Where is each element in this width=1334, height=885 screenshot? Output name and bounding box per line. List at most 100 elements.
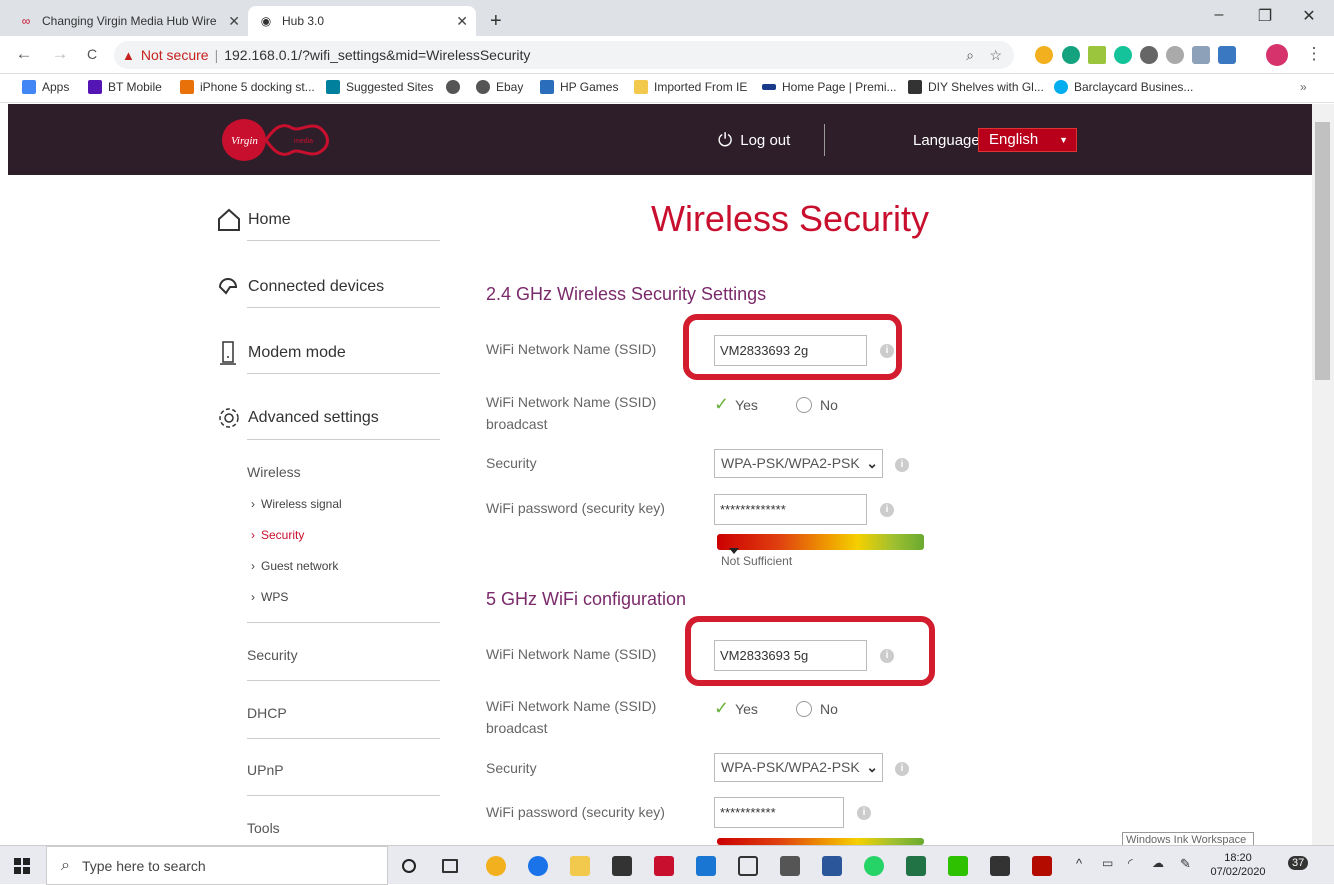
tab-hub-3[interactable]: ◉ Hub 3.0 ✕: [248, 6, 476, 36]
info-icon[interactable]: i: [880, 503, 894, 517]
ssid-24-input[interactable]: VM2833693 2g: [714, 335, 867, 366]
sidebar-item-connected-devices[interactable]: Connected devices: [216, 276, 384, 298]
security-5-select[interactable]: WPA-PSK/WPA2-PSK ⌄: [714, 753, 883, 782]
bookmark-hp-games[interactable]: HP Games: [540, 80, 618, 94]
chrome-icon[interactable]: [486, 856, 506, 876]
sidebar-item-advanced-settings[interactable]: Advanced settings: [216, 405, 379, 431]
bookmarks-overflow-button[interactable]: »: [1300, 80, 1307, 94]
password-24-input[interactable]: *************: [714, 494, 867, 525]
reload-button[interactable]: C: [82, 46, 102, 62]
bookmark-imported-ie[interactable]: Imported From IE: [634, 80, 747, 94]
close-tab-icon[interactable]: ✕: [228, 13, 240, 30]
cart-extension-icon[interactable]: [1218, 46, 1236, 64]
js-extension-icon[interactable]: [1192, 46, 1210, 64]
store-icon[interactable]: [612, 856, 632, 876]
ink-pen-icon[interactable]: ✎: [1180, 856, 1191, 872]
star-icon[interactable]: ☆: [989, 47, 1002, 64]
notification-count-badge[interactable]: 37: [1288, 856, 1309, 870]
extension-icon[interactable]: [1166, 46, 1184, 64]
logout-button[interactable]: ⏻ Log out: [718, 130, 790, 151]
info-icon[interactable]: i: [895, 458, 909, 472]
sidebar-item-wireless-signal[interactable]: › Wireless signal: [251, 497, 342, 511]
sidebar-item-security[interactable]: Security: [247, 647, 298, 663]
new-tab-button[interactable]: +: [480, 6, 510, 36]
search-extension-icon[interactable]: [1035, 46, 1053, 64]
apps-grid-icon: [22, 80, 36, 94]
clock[interactable]: 18:20 07/02/2020: [1210, 851, 1266, 879]
sidebar-item-modem-mode[interactable]: Modem mode: [216, 340, 346, 366]
whatsapp-icon[interactable]: [864, 856, 884, 876]
broadcast-no-radio[interactable]: No: [796, 397, 838, 413]
grammar-extension-icon[interactable]: [1062, 46, 1080, 64]
zoom-icon[interactable]: ⌕: [966, 47, 974, 64]
bookmark-suggested-sites[interactable]: Suggested Sites: [326, 80, 433, 94]
password-5-input[interactable]: ***********: [714, 797, 844, 828]
mail-envelope-icon[interactable]: [990, 856, 1010, 876]
restore-button[interactable]: ❐: [1250, 6, 1280, 26]
forward-button[interactable]: →: [50, 44, 70, 64]
drive-extension-icon[interactable]: [1140, 46, 1158, 64]
taskbar-search-input[interactable]: ⌕ Type here to search: [46, 846, 388, 885]
broadcast-yes-radio[interactable]: ✓ Yes: [714, 394, 758, 415]
acrobat-icon[interactable]: [1032, 856, 1052, 876]
back-button[interactable]: ←: [14, 44, 34, 64]
bookmark-globe[interactable]: [446, 80, 466, 94]
power-icon: ⏻: [718, 130, 733, 150]
menu-kebab-icon[interactable]: ⋮: [1304, 44, 1324, 64]
onedrive-icon[interactable]: ☁: [1152, 856, 1164, 870]
excel-icon[interactable]: [906, 856, 926, 876]
sidebar-item-home[interactable]: Home: [216, 208, 291, 232]
sidebar-item-dhcp[interactable]: DHCP: [247, 705, 287, 721]
wifi-icon[interactable]: ◜: [1128, 856, 1133, 870]
close-window-button[interactable]: ✕: [1294, 6, 1324, 26]
sidebar-item-guest-network[interactable]: › Guest network: [251, 559, 338, 573]
calculator-icon[interactable]: [780, 856, 800, 876]
bookmark-barclaycard[interactable]: Barclaycard Busines...: [1054, 80, 1193, 94]
info-icon[interactable]: i: [880, 344, 894, 358]
info-icon[interactable]: i: [857, 806, 871, 820]
notification-bell-icon[interactable]: [738, 856, 758, 876]
profile-avatar[interactable]: [1266, 44, 1288, 66]
broadcast-no-radio[interactable]: No: [796, 701, 838, 717]
virgin-media-logo[interactable]: Virgin media: [220, 118, 332, 162]
tray-chevron-up-icon[interactable]: ^: [1076, 856, 1082, 871]
bookmark-ebay[interactable]: Ebay: [476, 80, 523, 94]
sidebar-item-upnp[interactable]: UPnP: [247, 762, 284, 778]
language-select[interactable]: English ▼: [978, 128, 1077, 152]
bookmark-apps[interactable]: Apps: [22, 80, 69, 94]
scrollbar-thumb[interactable]: [1315, 122, 1330, 380]
page-scrollbar[interactable]: [1312, 104, 1334, 845]
url-omnibox[interactable]: ▲ Not secure | 192.168.0.1/?wifi_setting…: [114, 41, 1014, 69]
grammarly-icon[interactable]: [1114, 46, 1132, 64]
tab-changing-virgin-media[interactable]: ∞ Changing Virgin Media Hub Wire ✕: [8, 6, 248, 36]
cortana-icon[interactable]: [402, 859, 416, 873]
windows-start-icon[interactable]: [14, 858, 30, 874]
sidebar-wireless-heading[interactable]: Wireless: [247, 464, 301, 480]
sidebar-item-tools[interactable]: Tools: [247, 820, 280, 836]
bookmark-iphone-docking[interactable]: iPhone 5 docking st...: [180, 80, 315, 94]
security-24-select[interactable]: WPA-PSK/WPA2-PSK ⌄: [714, 449, 883, 478]
minimize-button[interactable]: –: [1204, 6, 1234, 24]
info-icon[interactable]: i: [880, 649, 894, 663]
bookmark-diy-shelves[interactable]: DIY Shelves with Gl...: [908, 80, 1044, 94]
clock-time: 18:20: [1224, 852, 1252, 864]
broadcast-yes-radio[interactable]: ✓ Yes: [714, 698, 758, 719]
mail-icon[interactable]: [654, 856, 674, 876]
pen-extension-icon[interactable]: [1088, 46, 1106, 64]
outlook-icon[interactable]: [696, 856, 716, 876]
wechat-icon[interactable]: [948, 856, 968, 876]
ssid-5-input[interactable]: VM2833693 5g: [714, 640, 867, 671]
not-secure-label[interactable]: Not secure: [141, 47, 209, 63]
info-icon[interactable]: i: [895, 762, 909, 776]
word-icon[interactable]: [822, 856, 842, 876]
url-text[interactable]: 192.168.0.1/?wifi_settings&mid=WirelessS…: [224, 47, 530, 63]
sidebar-item-security-active[interactable]: › Security: [251, 528, 304, 542]
sidebar-item-wps[interactable]: › WPS: [251, 590, 288, 604]
task-view-icon[interactable]: [442, 859, 458, 873]
bookmark-home-page-premier[interactable]: Home Page | Premi...: [762, 80, 897, 94]
bookmark-bt-mobile[interactable]: BT Mobile: [88, 80, 162, 94]
file-explorer-icon[interactable]: [570, 856, 590, 876]
close-tab-icon[interactable]: ✕: [456, 13, 468, 30]
edge-icon[interactable]: [528, 856, 548, 876]
battery-icon[interactable]: ▭: [1102, 856, 1113, 870]
